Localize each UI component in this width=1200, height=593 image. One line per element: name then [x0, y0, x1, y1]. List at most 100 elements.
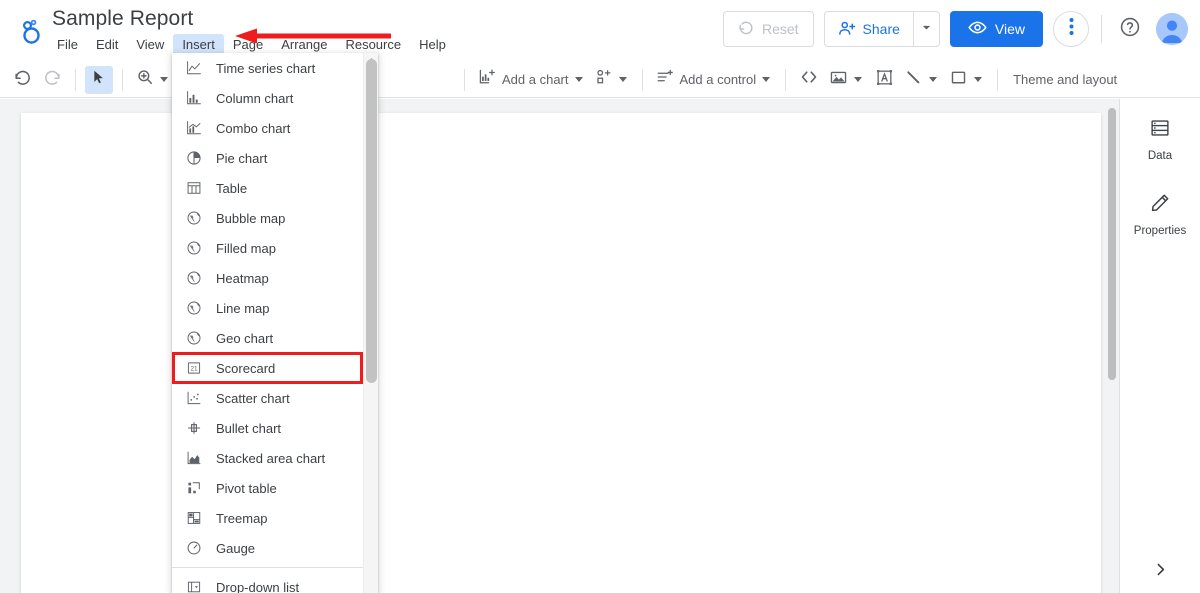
insert-menu-item-treemap[interactable]: Treemap — [172, 503, 378, 533]
insert-menu-item-label: Stacked area chart — [216, 450, 326, 466]
share-dropdown-button[interactable] — [912, 12, 939, 46]
menu-file[interactable]: File — [48, 34, 87, 56]
insert-menu-item-label: Treemap — [216, 510, 268, 526]
insert-menu-item-label: Geo chart — [216, 330, 274, 346]
insert-menu-item-drop-down-list[interactable]: Drop-down list — [172, 572, 378, 593]
canvas-vertical-scrollbar[interactable] — [1105, 99, 1119, 593]
insert-menu-item-pivot-table[interactable]: Pivot table — [172, 473, 378, 503]
undo-button[interactable] — [8, 66, 36, 94]
share-label: Share — [862, 21, 900, 37]
canvas-region[interactable] — [0, 99, 1119, 593]
view-label: View — [994, 21, 1025, 37]
more-vert-icon — [1069, 17, 1074, 41]
sidebar-item-properties[interactable]: Properties — [1120, 192, 1200, 237]
insert-menu-item-label: Heatmap — [216, 270, 269, 286]
insert-menu-item-label: Bullet chart — [216, 420, 282, 436]
scatter-chart-icon — [185, 390, 202, 407]
user-avatar[interactable] — [1156, 13, 1188, 45]
cursor-arrow-icon — [91, 69, 107, 90]
magnifier-plus-icon — [136, 68, 154, 91]
insert-menu-scrollbar[interactable] — [363, 53, 378, 593]
time-series-chart-icon — [185, 60, 202, 77]
insert-menu-item-label: Combo chart — [216, 120, 291, 136]
theme-and-layout-label: Theme and layout — [1013, 72, 1118, 87]
toolbar-divider-6 — [997, 68, 999, 91]
insert-menu-item-label: Scorecard — [216, 360, 276, 376]
looker-studio-window: Sample Report File Edit View Insert Page… — [0, 0, 1200, 593]
insert-menu-item-stacked-area-chart[interactable]: Stacked area chart — [172, 443, 378, 473]
rectangle-icon — [949, 68, 968, 92]
insert-menu-item-label: Pivot table — [216, 480, 277, 496]
insert-menu-item-filled-map[interactable]: Filled map — [172, 233, 378, 263]
undo-icon — [13, 68, 32, 92]
zoom-button[interactable] — [132, 66, 174, 94]
image-button[interactable] — [825, 66, 868, 94]
text-box-button[interactable] — [870, 66, 898, 94]
pivot-table-icon — [185, 480, 202, 497]
globe-icon — [185, 270, 202, 287]
insert-menu-item-bullet-chart[interactable]: Bullet chart — [172, 413, 378, 443]
reset-button[interactable]: Reset — [722, 11, 814, 47]
looker-studio-logo-icon[interactable] — [14, 14, 48, 48]
globe-icon — [185, 300, 202, 317]
zoom-caret-icon — [160, 77, 168, 82]
sidebar-item-properties-label: Properties — [1133, 225, 1187, 237]
drop-down-list-icon — [185, 579, 202, 593]
right-sidebar: Data Properties — [1119, 99, 1200, 593]
share-button[interactable]: Share — [825, 12, 913, 46]
globe-icon — [185, 210, 202, 227]
filter-plus-icon — [656, 68, 674, 91]
insert-menu-item-scatter-chart[interactable]: Scatter chart — [172, 383, 378, 413]
redo-button[interactable] — [38, 66, 66, 94]
view-button[interactable]: View — [949, 11, 1043, 47]
expand-panel-button[interactable] — [1120, 561, 1200, 583]
insert-menu-dropdown[interactable]: Time series chart Column chart Combo cha… — [172, 53, 378, 593]
menu-help[interactable]: Help — [410, 34, 455, 56]
select-tool-button[interactable] — [85, 65, 113, 94]
embed-code-icon — [799, 67, 819, 92]
globe-icon — [185, 240, 202, 257]
add-a-chart-button[interactable]: Add a chart — [474, 66, 589, 94]
insert-menu-item-geo-chart[interactable]: Geo chart — [172, 323, 378, 353]
insert-menu-scrollbar-thumb[interactable] — [366, 59, 377, 383]
chevron-right-icon — [1152, 561, 1169, 583]
image-caret-icon — [854, 77, 863, 82]
embed-button[interactable] — [795, 66, 823, 94]
line-icon — [904, 68, 923, 92]
title-and-menu: Sample Report File Edit View Insert Page… — [52, 6, 455, 56]
menu-edit[interactable]: Edit — [87, 34, 127, 56]
more-options-button[interactable] — [1053, 11, 1089, 47]
line-caret-icon — [929, 77, 938, 82]
shape-button[interactable] — [945, 66, 988, 94]
insert-menu-item-combo-chart[interactable]: Combo chart — [172, 113, 378, 143]
insert-menu-item-line-map[interactable]: Line map — [172, 293, 378, 323]
insert-menu-item-bubble-map[interactable]: Bubble map — [172, 203, 378, 233]
line-button[interactable] — [900, 66, 943, 94]
insert-menu-item-scorecard[interactable]: 21 Scorecard — [172, 353, 378, 383]
add-a-control-button[interactable]: Add a control — [652, 66, 777, 94]
add-a-control-caret-icon — [762, 77, 771, 82]
insert-menu-item-heatmap[interactable]: Heatmap — [172, 263, 378, 293]
image-icon — [829, 68, 848, 92]
text-box-icon — [875, 68, 894, 92]
bar-chart-plus-icon — [478, 68, 496, 91]
bullet-chart-icon — [185, 420, 202, 437]
scorecard-icon: 21 — [185, 360, 202, 377]
menu-view[interactable]: View — [127, 34, 173, 56]
document-title[interactable]: Sample Report — [52, 6, 455, 32]
insert-menu-item-gauge[interactable]: Gauge — [172, 533, 378, 563]
community-visualization-icon — [595, 68, 613, 91]
insert-menu-item-time-series-chart[interactable]: Time series chart — [172, 53, 378, 83]
insert-menu-item-table[interactable]: Table — [172, 173, 378, 203]
theme-and-layout-button[interactable]: Theme and layout — [1007, 66, 1121, 94]
pencil-icon — [1149, 192, 1171, 219]
insert-menu-item-column-chart[interactable]: Column chart — [172, 83, 378, 113]
community-visualization-button[interactable] — [591, 66, 633, 94]
data-panel-icon — [1149, 117, 1171, 144]
canvas-scrollbar-thumb[interactable] — [1108, 108, 1116, 380]
treemap-icon — [185, 510, 202, 527]
insert-menu-item-pie-chart[interactable]: Pie chart — [172, 143, 378, 173]
sidebar-item-data[interactable]: Data — [1120, 117, 1200, 162]
help-button[interactable] — [1114, 13, 1146, 45]
toolbar-divider-3 — [464, 68, 465, 91]
